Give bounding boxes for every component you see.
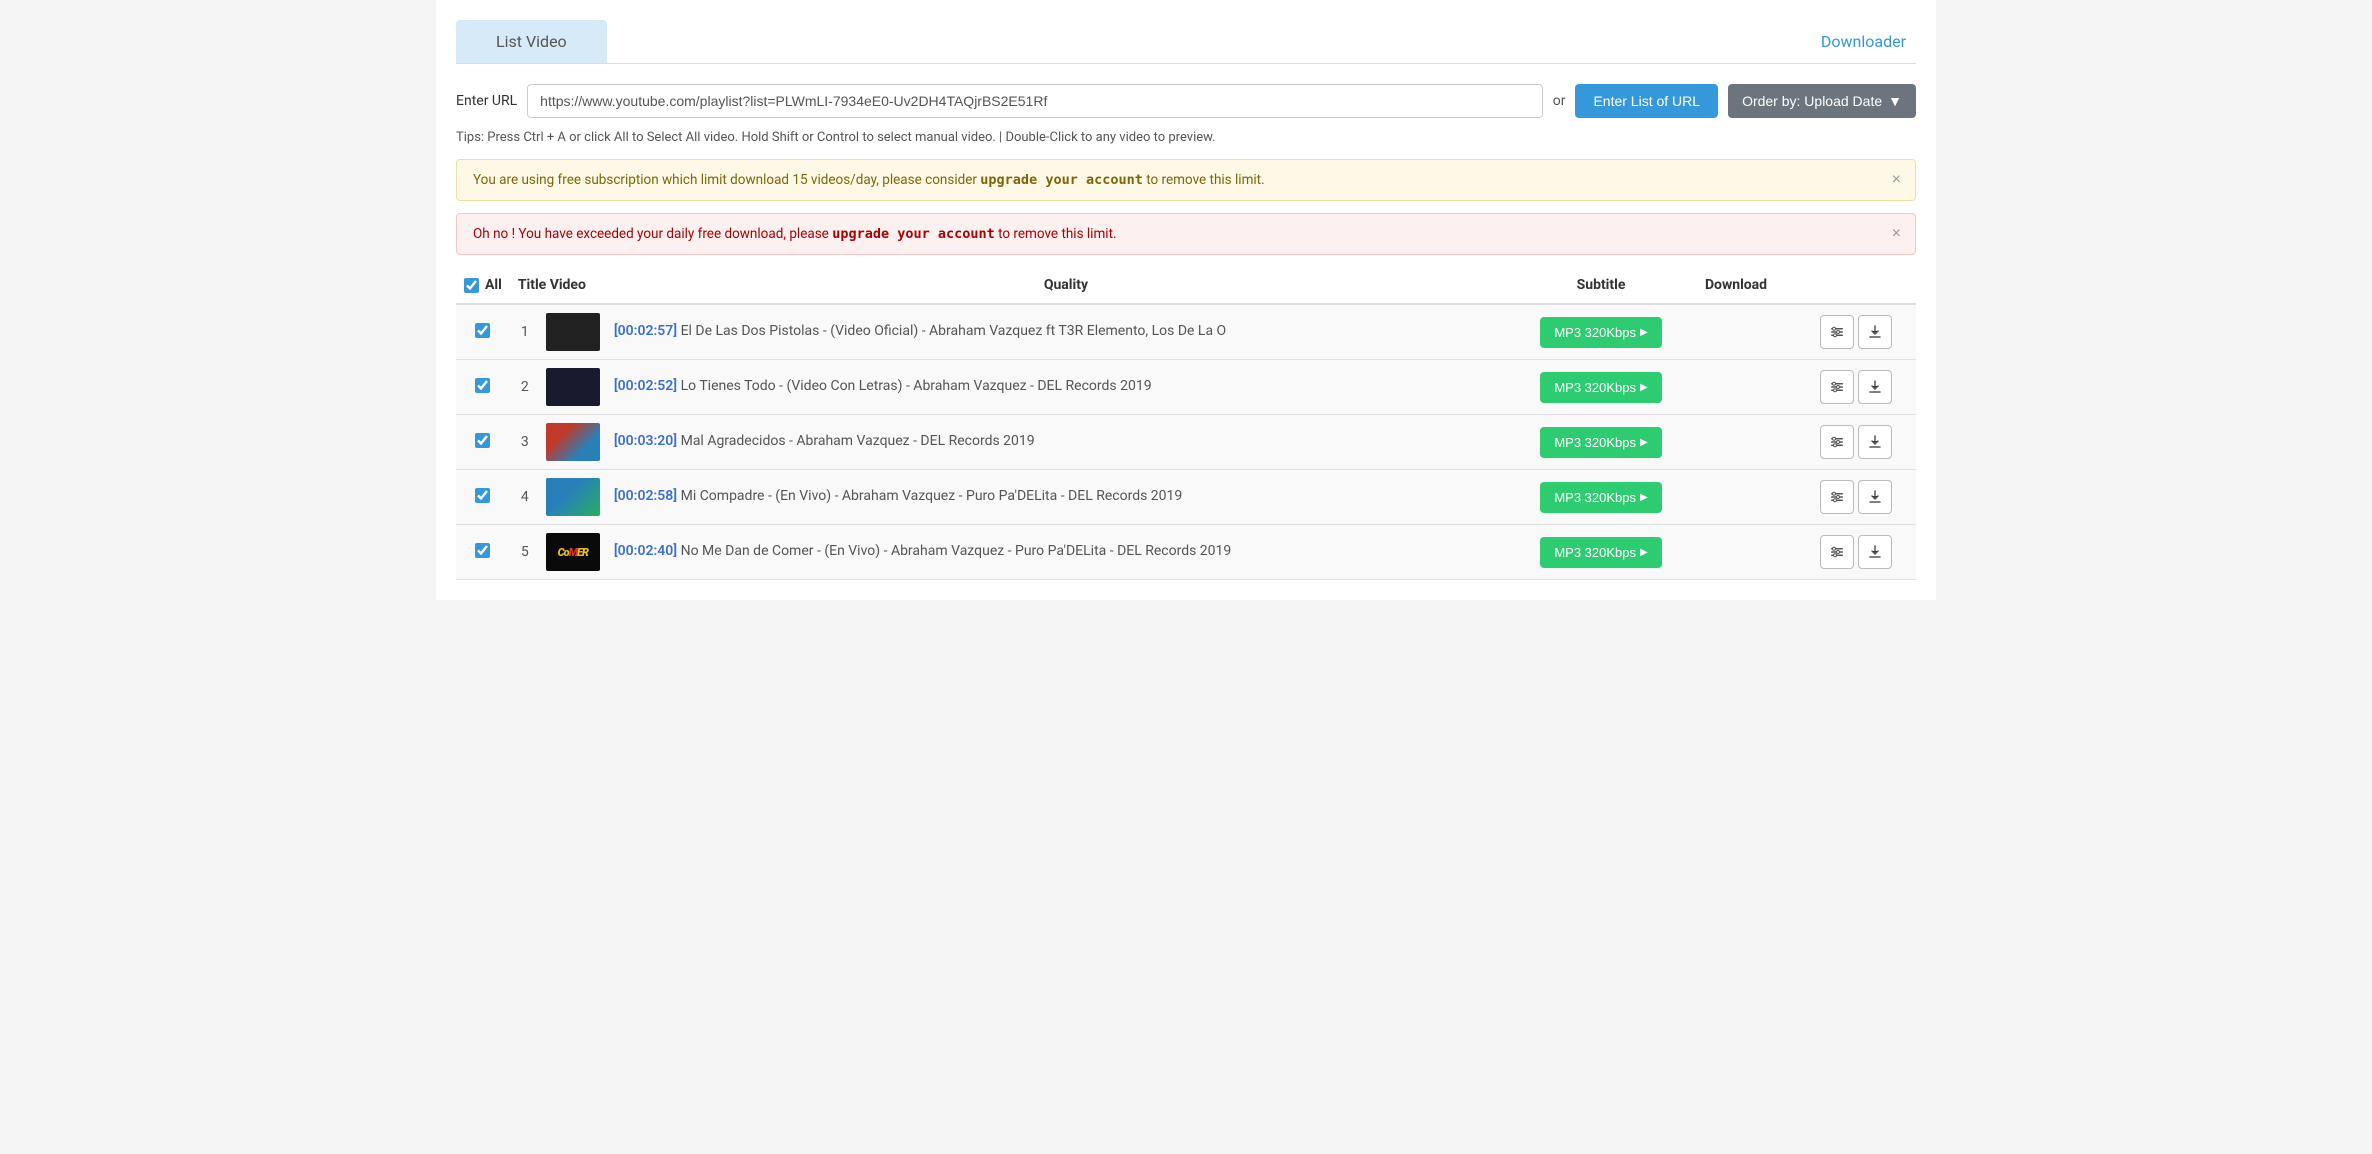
warning-text-before: You are using free subscription which li…	[473, 172, 980, 188]
row-checkbox-cell	[456, 360, 510, 415]
download-button[interactable]	[1858, 315, 1892, 349]
quality-button[interactable]: MP3 320Kbps	[1540, 537, 1661, 568]
row-checkbox-cell	[456, 304, 510, 360]
quality-button[interactable]: MP3 320Kbps	[1540, 372, 1661, 403]
row-checkbox-cell	[456, 470, 510, 525]
select-all-checkbox[interactable]	[464, 278, 479, 293]
tips-text: Tips: Press Ctrl + A or click All to Sel…	[456, 130, 1916, 145]
warning-close-button[interactable]: ×	[1892, 171, 1901, 189]
row-number: 1	[510, 304, 540, 360]
settings-button[interactable]	[1820, 315, 1854, 349]
table-row: 5 CoMER [00:02:40] No Me Dan de Comer - …	[456, 525, 1916, 580]
warning-text-bold[interactable]: upgrade your account	[980, 172, 1143, 188]
row-title-link[interactable]: [00:02:58]	[614, 488, 677, 504]
row-subtitle	[1676, 470, 1796, 525]
row-checkbox[interactable]	[475, 543, 490, 558]
table-row: 2 [00:02:52] Lo Tienes Todo - (Video Con …	[456, 360, 1916, 415]
th-title: Title Video	[510, 267, 606, 304]
quality-button[interactable]: MP3 320Kbps	[1540, 427, 1661, 458]
url-label: Enter URL	[456, 93, 517, 109]
row-number: 3	[510, 415, 540, 470]
tab-downloader[interactable]: Downloader	[1781, 20, 1916, 63]
row-thumbnail: CoMER	[540, 525, 606, 580]
or-text: or	[1553, 93, 1566, 109]
danger-text-bold[interactable]: upgrade your account	[832, 226, 995, 242]
row-thumbnail	[540, 304, 606, 360]
row-thumbnail	[540, 470, 606, 525]
danger-close-button[interactable]: ×	[1892, 225, 1901, 243]
danger-text-after: to remove this limit.	[995, 226, 1117, 242]
row-quality: MP3 320Kbps	[1526, 304, 1676, 360]
row-thumbnail	[540, 415, 606, 470]
row-title[interactable]: [00:03:20] Mal Agradecidos - Abraham Vaz…	[606, 415, 1526, 470]
order-by-button[interactable]: Order by: Upload Date ▼	[1728, 84, 1916, 118]
video-table: All Title Video Quality Subtitle Downloa…	[456, 267, 1916, 580]
enter-list-button[interactable]: Enter List of URL	[1575, 84, 1718, 118]
settings-button[interactable]	[1820, 535, 1854, 569]
url-row: Enter URL or Enter List of URL Order by:…	[456, 84, 1916, 118]
row-number: 2	[510, 360, 540, 415]
order-by-label: Order by: Upload Date	[1742, 93, 1882, 109]
table-row: 4 [00:02:58] Mi Compadre - (En Vivo) - Ab…	[456, 470, 1916, 525]
tab-list-video[interactable]: List Video	[456, 20, 607, 63]
row-checkbox[interactable]	[475, 488, 490, 503]
download-button[interactable]	[1858, 480, 1892, 514]
th-download: Download	[1676, 267, 1796, 304]
url-input[interactable]	[527, 84, 1543, 118]
table-row: 3 [00:03:20] Mal Agradecidos - Abraham Va…	[456, 415, 1916, 470]
warning-text-after: to remove this limit.	[1143, 172, 1265, 188]
th-checkbox: All	[456, 267, 510, 304]
download-button[interactable]	[1858, 370, 1892, 404]
row-download	[1796, 360, 1916, 415]
download-button[interactable]	[1858, 535, 1892, 569]
row-subtitle	[1676, 360, 1796, 415]
row-quality: MP3 320Kbps	[1526, 525, 1676, 580]
row-title[interactable]: [00:02:57] El De Las Dos Pistolas - (Vid…	[606, 304, 1526, 360]
row-checkbox[interactable]	[475, 323, 490, 338]
row-download	[1796, 304, 1916, 360]
row-checkbox[interactable]	[475, 433, 490, 448]
quality-button[interactable]: MP3 320Kbps	[1540, 317, 1661, 348]
row-title-link[interactable]: [00:03:20]	[614, 433, 677, 449]
chevron-down-icon: ▼	[1888, 93, 1902, 109]
danger-text-before: Oh no ! You have exceeded your daily fre…	[473, 226, 832, 242]
row-download	[1796, 470, 1916, 525]
row-title[interactable]: [00:02:40] No Me Dan de Comer - (En Vivo…	[606, 525, 1526, 580]
settings-button[interactable]	[1820, 425, 1854, 459]
th-quality: Quality	[606, 267, 1526, 304]
app-container: List Video Downloader Enter URL or Enter…	[436, 0, 1936, 600]
row-quality: MP3 320Kbps	[1526, 360, 1676, 415]
settings-button[interactable]	[1820, 480, 1854, 514]
download-button[interactable]	[1858, 425, 1892, 459]
row-number: 4	[510, 470, 540, 525]
row-checkbox-cell	[456, 415, 510, 470]
row-number: 5	[510, 525, 540, 580]
row-quality: MP3 320Kbps	[1526, 415, 1676, 470]
row-title[interactable]: [00:02:52] Lo Tienes Todo - (Video Con L…	[606, 360, 1526, 415]
quality-button[interactable]: MP3 320Kbps	[1540, 482, 1661, 513]
row-download	[1796, 525, 1916, 580]
tab-bar: List Video Downloader	[456, 20, 1916, 64]
warning-alert: You are using free subscription which li…	[456, 159, 1916, 201]
all-label: All	[485, 277, 502, 293]
danger-alert: Oh no ! You have exceeded your daily fre…	[456, 213, 1916, 255]
row-subtitle	[1676, 525, 1796, 580]
row-quality: MP3 320Kbps	[1526, 470, 1676, 525]
row-title-link[interactable]: [00:02:40]	[614, 543, 677, 559]
row-thumbnail	[540, 360, 606, 415]
row-subtitle	[1676, 415, 1796, 470]
row-download	[1796, 415, 1916, 470]
settings-button[interactable]	[1820, 370, 1854, 404]
table-row: 1 [00:02:57] El De Las Dos Pistolas - (Vi…	[456, 304, 1916, 360]
row-title[interactable]: [00:02:58] Mi Compadre - (En Vivo) - Abr…	[606, 470, 1526, 525]
row-checkbox-cell	[456, 525, 510, 580]
row-subtitle	[1676, 304, 1796, 360]
th-subtitle: Subtitle	[1526, 267, 1676, 304]
row-title-link[interactable]: [00:02:52]	[614, 378, 677, 394]
row-checkbox[interactable]	[475, 378, 490, 393]
row-title-link[interactable]: [00:02:57]	[614, 323, 677, 339]
